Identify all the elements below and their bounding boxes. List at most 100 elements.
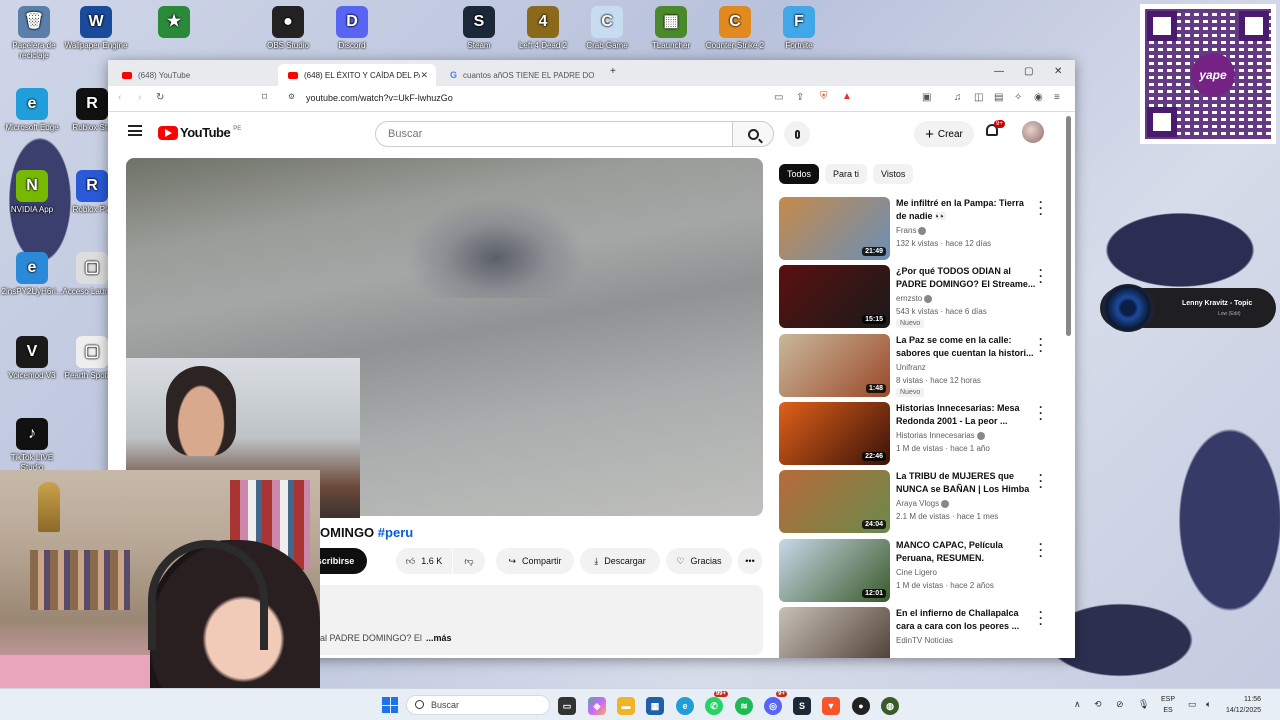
notifications-button[interactable]: 9+ bbox=[986, 120, 1005, 140]
video-thumbnail[interactable] bbox=[779, 606, 890, 658]
video-thumbnail[interactable]: 22:46 bbox=[779, 401, 890, 465]
language-indicator[interactable]: ESP ES bbox=[1161, 694, 1175, 716]
desktop-icon[interactable]: D Discord bbox=[320, 6, 384, 51]
channel-name[interactable]: Cine Ligero bbox=[896, 568, 937, 577]
close-window-button[interactable]: ✕ bbox=[1054, 66, 1062, 77]
steam-icon[interactable]: S bbox=[793, 697, 811, 715]
video-title[interactable]: Me infiltré en la Pampa: Tierra de nadie… bbox=[896, 197, 1036, 223]
recommended-video[interactable]: 24:04 La TRIBU de MUJERES que NUNCA se BA… bbox=[779, 469, 1059, 534]
reload-icon[interactable]: ↻ bbox=[156, 92, 164, 103]
video-thumbnail[interactable]: 12:01 bbox=[779, 538, 890, 602]
recommended-video[interactable]: En el infierno de Challapalca cara a car… bbox=[779, 606, 1059, 658]
leo-ai-icon[interactable]: ✧ bbox=[1014, 92, 1022, 103]
file-explorer-icon[interactable]: ▬ bbox=[617, 697, 635, 715]
brave-shield-icon[interactable]: ⛨ bbox=[820, 91, 828, 102]
share-icon[interactable]: ⇪ bbox=[796, 92, 804, 103]
desktop-icon[interactable]: C Crab Game bbox=[575, 6, 639, 51]
site-info-icon[interactable]: ⚙ bbox=[288, 92, 295, 101]
more-options-icon[interactable]: · · · bbox=[1039, 469, 1043, 493]
video-title[interactable]: La Paz se come en la calle: sabores que … bbox=[896, 334, 1036, 360]
app-icon[interactable]: ◍ bbox=[881, 697, 899, 715]
clock[interactable]: 11:56 14/12/2025 bbox=[1226, 694, 1261, 716]
tab-google[interactable]: G cuantos añOS TIENE EL PADRE DOM bbox=[440, 64, 604, 86]
channel-name[interactable]: Historias Innecesarias bbox=[896, 431, 985, 440]
video-title[interactable]: ¿Por qué TODOS ODIAN al PADRE DOMINGO? E… bbox=[896, 265, 1036, 291]
video-thumbnail[interactable]: 21:49 bbox=[779, 197, 890, 260]
desktop-icon[interactable]: e Microsoft Edge bbox=[0, 88, 64, 133]
desktop-icon[interactable]: 🗑 Papelera de reciclaje bbox=[2, 6, 66, 61]
desktop-icon[interactable]: ▦ TLauncher bbox=[639, 6, 703, 51]
start-button[interactable] bbox=[382, 697, 398, 713]
recommended-video[interactable]: 21:49 Me infiltré en la Pampa: Tierra de … bbox=[779, 196, 1059, 261]
desktop-icon[interactable]: S Steam bbox=[447, 6, 511, 51]
hamburger-menu-icon[interactable] bbox=[128, 125, 142, 136]
hashtag-link[interactable]: #peru bbox=[378, 525, 413, 540]
desktop-icon[interactable]: ★ bbox=[142, 6, 206, 41]
more-options-icon[interactable]: · · · bbox=[1039, 606, 1043, 630]
recommended-video[interactable]: 1:48 La Paz se come en la calle: sabores … bbox=[779, 333, 1059, 398]
channel-name[interactable]: Araya Vlogs bbox=[896, 499, 950, 508]
channel-name[interactable]: Frans bbox=[896, 226, 927, 235]
spotify-icon[interactable]: ≋ bbox=[735, 697, 753, 715]
bookmark-icon[interactable]: ⌑ bbox=[262, 92, 267, 103]
like-button[interactable]: 👍︎ 1.6 K bbox=[396, 548, 452, 574]
tray-volume-icon[interactable]: 🔈︎ bbox=[1206, 699, 1211, 710]
close-tab-icon[interactable]: ✕ bbox=[420, 70, 428, 81]
music-widget[interactable]: Lenny Kravitz - Topic Low (Edit) bbox=[1100, 284, 1276, 332]
video-thumbnail[interactable]: 15:15 bbox=[779, 265, 890, 329]
desktop-icon[interactable]: F Fortnite bbox=[767, 6, 831, 51]
minimize-button[interactable]: — bbox=[994, 66, 1004, 77]
new-tab-button[interactable]: + bbox=[610, 66, 616, 77]
more-options-icon[interactable]: · · · bbox=[1039, 333, 1043, 357]
avatar[interactable] bbox=[1022, 121, 1044, 143]
forward-icon[interactable]: › bbox=[138, 92, 141, 103]
chip-para-ti[interactable]: Para ti bbox=[825, 164, 868, 184]
channel-name[interactable]: EdinTV Noticias bbox=[896, 636, 953, 645]
desktop-icon[interactable]: W Wallpaper Engine bbox=[64, 6, 128, 51]
more-actions-button[interactable]: ••• bbox=[738, 548, 762, 574]
share-button[interactable]: ↪ Compartir bbox=[496, 548, 574, 574]
brave-rewards-icon[interactable]: ▲ bbox=[842, 91, 852, 102]
media-icon[interactable]: ♫ bbox=[954, 92, 962, 103]
description-box[interactable]: al PADRE DOMINGO? El ...más bbox=[304, 585, 763, 655]
recommended-video[interactable]: 22:46 Historias Innecesarias: Mesa Redond… bbox=[779, 401, 1059, 466]
desktop-icon[interactable]: N NVIDIA App bbox=[0, 170, 64, 215]
url-field[interactable]: youtube.com/watch?v=UkF-lwhuzGo bbox=[306, 93, 453, 103]
tray-mic-icon[interactable]: 🎙︎ bbox=[1138, 699, 1149, 710]
obs-icon[interactable]: ● bbox=[852, 697, 870, 715]
taskbar-search[interactable]: Buscar bbox=[406, 695, 550, 715]
wallet-icon[interactable]: ▤ bbox=[994, 92, 1003, 103]
edge-icon[interactable]: e bbox=[676, 697, 694, 715]
desktop-icon[interactable]: ● OBS Studio bbox=[256, 6, 320, 51]
thanks-button[interactable]: ♡ Gracias bbox=[666, 548, 732, 574]
tray-display-icon[interactable]: ▭ bbox=[1188, 699, 1197, 710]
more-options-icon[interactable]: · · · bbox=[1039, 196, 1043, 220]
scrollbar[interactable] bbox=[1066, 116, 1071, 336]
chip-todos[interactable]: Todos bbox=[779, 164, 820, 184]
menu-icon[interactable]: ≡ bbox=[1054, 92, 1060, 103]
video-thumbnail[interactable]: 1:48 bbox=[779, 333, 890, 397]
desktop-icon[interactable]: V Voicemod V3 bbox=[0, 336, 64, 381]
tab-youtube-home[interactable]: (648) YouTube bbox=[112, 64, 276, 86]
more-options-icon[interactable]: · · · bbox=[1039, 401, 1043, 425]
more-options-icon[interactable]: · · · bbox=[1039, 538, 1043, 562]
show-more-link[interactable]: ...más bbox=[426, 633, 452, 643]
search-button[interactable] bbox=[732, 121, 774, 147]
desktop-icon[interactable]: C Counter-Strike 2 bbox=[703, 6, 767, 51]
tray-sync-icon[interactable]: ⟲ bbox=[1094, 699, 1102, 710]
youtube-logo[interactable]: YouTube PE bbox=[158, 125, 241, 140]
voice-search-button[interactable] bbox=[784, 121, 810, 147]
recommended-video[interactable]: 15:15 ¿Por qué TODOS ODIAN al PADRE DOMIN… bbox=[779, 264, 1059, 329]
recommended-video[interactable]: 12:01 MANCO CAPAC, Película Peruana, RESU… bbox=[779, 538, 1059, 603]
desktop-icon[interactable]: ♪ TikTok LIVE Studio bbox=[0, 418, 64, 473]
store-icon[interactable]: ▦ bbox=[646, 697, 664, 715]
video-title[interactable]: En el infierno de Challapalca cara a car… bbox=[896, 607, 1036, 633]
whatsapp-icon[interactable]: ✆ 99+ bbox=[705, 691, 728, 715]
search-box[interactable] bbox=[375, 121, 733, 147]
video-title[interactable]: Historias Innecesarias: Mesa Redonda 200… bbox=[896, 402, 1036, 428]
brave-icon[interactable]: ▼ bbox=[822, 697, 840, 715]
task-view-icon[interactable]: ▭ bbox=[558, 697, 576, 715]
dislike-button[interactable]: 👎︎ bbox=[453, 548, 485, 574]
chip-vistos[interactable]: Vistos bbox=[873, 164, 914, 184]
video-thumbnail[interactable]: 24:04 bbox=[779, 470, 890, 534]
